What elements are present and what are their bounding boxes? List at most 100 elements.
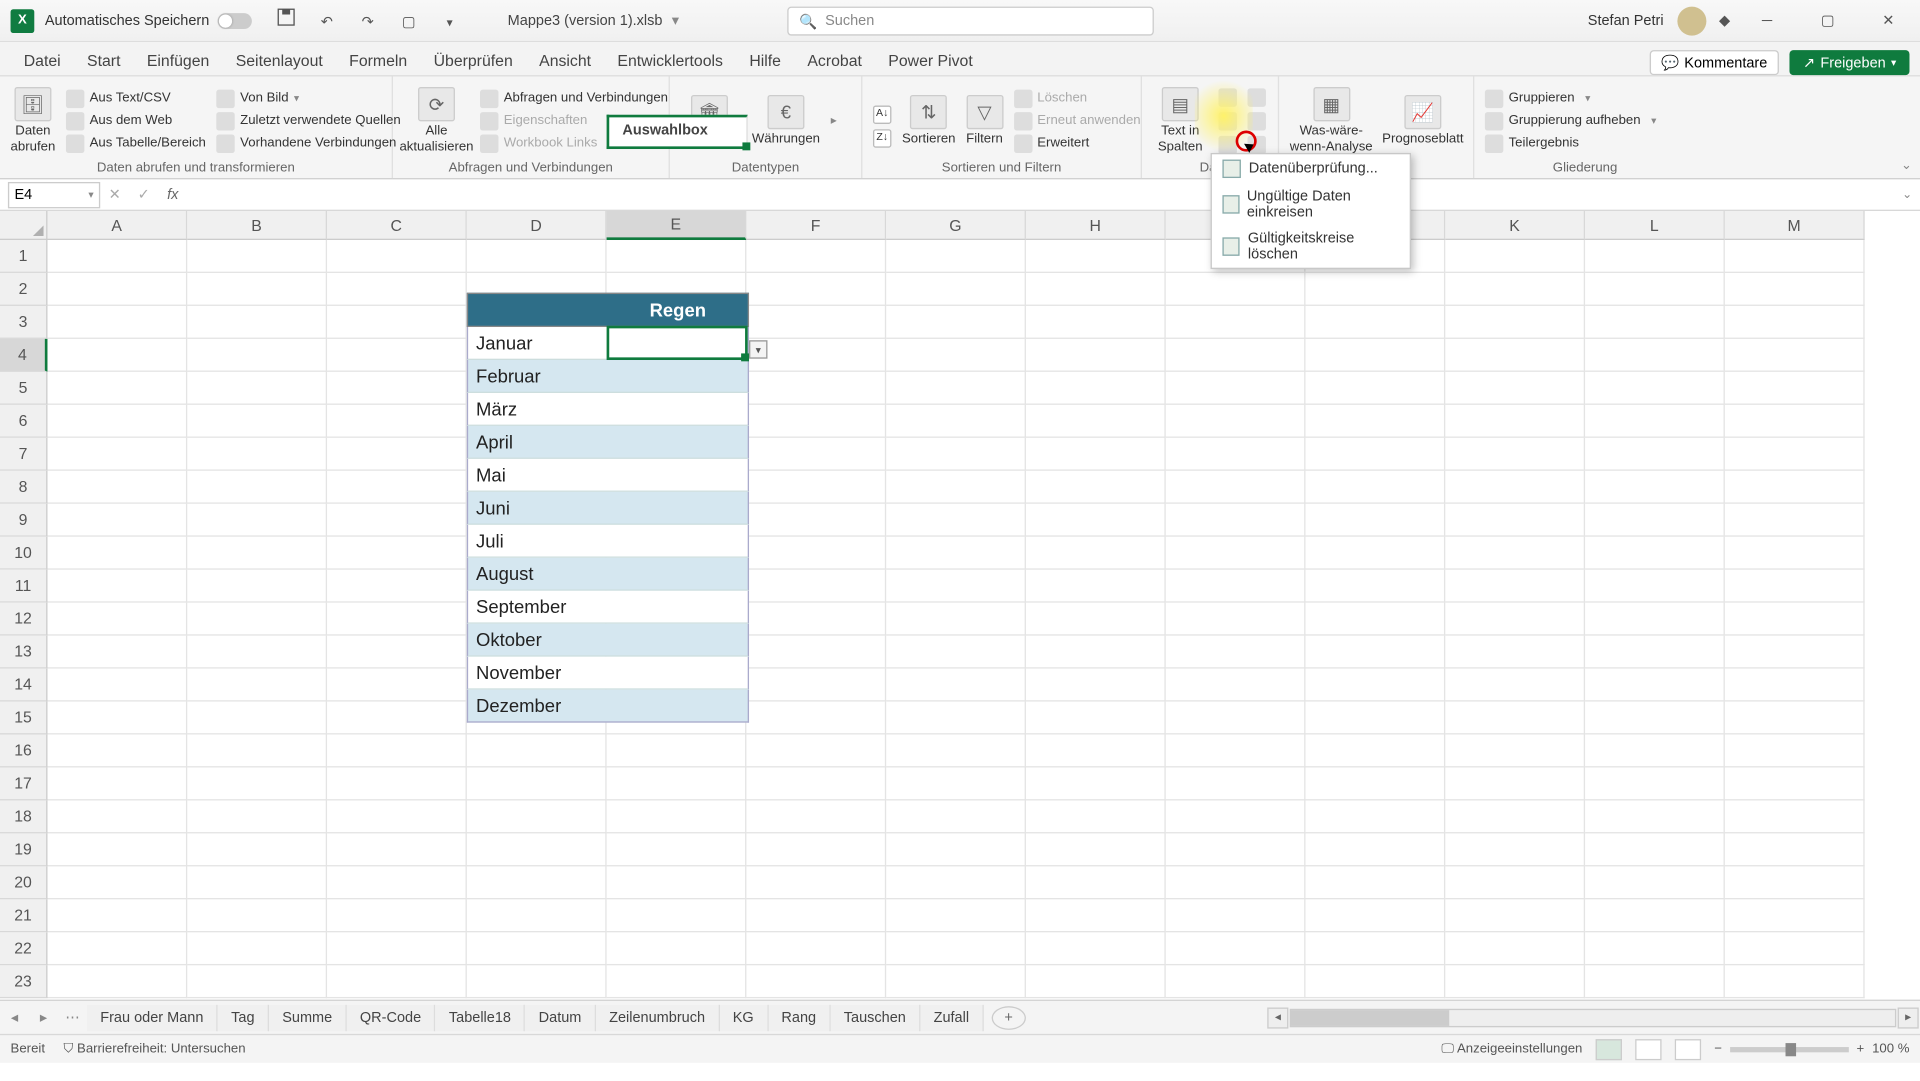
tab-entwicklertools[interactable]: Entwicklertools bbox=[604, 46, 736, 75]
existing-conn-button[interactable]: Vorhandene Verbindungen bbox=[214, 133, 404, 154]
col-header[interactable]: K bbox=[1445, 211, 1585, 240]
text-to-columns-button[interactable]: ▤Text in Spalten bbox=[1150, 80, 1211, 160]
cell[interactable] bbox=[1306, 866, 1446, 899]
value-cell[interactable] bbox=[608, 426, 748, 458]
cell[interactable] bbox=[1166, 735, 1306, 768]
cell[interactable] bbox=[467, 767, 607, 800]
cell[interactable] bbox=[187, 932, 327, 965]
cell[interactable] bbox=[1306, 273, 1446, 306]
cell[interactable] bbox=[1445, 702, 1585, 735]
cell[interactable] bbox=[886, 800, 1026, 833]
cell[interactable] bbox=[746, 767, 886, 800]
cell[interactable] bbox=[47, 965, 187, 998]
cell[interactable] bbox=[467, 800, 607, 833]
cell[interactable] bbox=[1026, 735, 1166, 768]
sort-desc-button[interactable]: Z↓ bbox=[870, 127, 894, 148]
cell[interactable] bbox=[886, 833, 1026, 866]
cell[interactable] bbox=[187, 339, 327, 372]
cell[interactable] bbox=[1026, 767, 1166, 800]
cell[interactable] bbox=[1166, 899, 1306, 932]
value-cell[interactable] bbox=[608, 492, 748, 524]
cell[interactable] bbox=[746, 636, 886, 669]
cell[interactable] bbox=[1445, 438, 1585, 471]
group-button[interactable]: Gruppieren▾ bbox=[1482, 88, 1659, 109]
cell[interactable] bbox=[1166, 504, 1306, 537]
cell[interactable] bbox=[1026, 702, 1166, 735]
value-cell[interactable] bbox=[608, 393, 748, 425]
ungroup-button[interactable]: Gruppierung aufheben▾ bbox=[1482, 110, 1659, 131]
validation-dropdown-icon[interactable]: ▾ bbox=[749, 340, 767, 358]
cell[interactable] bbox=[1026, 504, 1166, 537]
cell[interactable] bbox=[1026, 372, 1166, 405]
cell[interactable] bbox=[1725, 570, 1865, 603]
cell[interactable] bbox=[1585, 767, 1725, 800]
cell[interactable] bbox=[1445, 767, 1585, 800]
cell[interactable] bbox=[1166, 603, 1306, 636]
cell[interactable] bbox=[1166, 471, 1306, 504]
cell[interactable] bbox=[1725, 932, 1865, 965]
cell[interactable] bbox=[1306, 603, 1446, 636]
cell[interactable] bbox=[886, 537, 1026, 570]
cell[interactable] bbox=[1445, 866, 1585, 899]
camera-icon[interactable]: ▢ bbox=[393, 6, 425, 38]
menu-data-validation[interactable]: Datenüberprüfung... bbox=[1212, 154, 1410, 183]
table-row[interactable]: Juli bbox=[467, 525, 749, 558]
cell[interactable] bbox=[327, 833, 467, 866]
tab-datei[interactable]: Datei bbox=[11, 46, 74, 75]
cell[interactable] bbox=[1166, 866, 1306, 899]
from-table-button[interactable]: Aus Tabelle/Bereich bbox=[63, 133, 208, 154]
cell[interactable] bbox=[1026, 965, 1166, 998]
col-header[interactable]: A bbox=[47, 211, 187, 240]
cell[interactable] bbox=[1306, 965, 1446, 998]
advanced-button[interactable]: Erweitert bbox=[1011, 133, 1143, 154]
close-button[interactable]: ✕ bbox=[1865, 5, 1912, 37]
cell[interactable] bbox=[607, 240, 747, 273]
cell[interactable] bbox=[327, 405, 467, 438]
autosave-toggle[interactable] bbox=[217, 13, 251, 29]
cell[interactable] bbox=[1445, 306, 1585, 339]
zoom-value[interactable]: 100 % bbox=[1872, 1042, 1909, 1057]
cell[interactable] bbox=[1725, 866, 1865, 899]
tab-ansicht[interactable]: Ansicht bbox=[526, 46, 604, 75]
cell[interactable] bbox=[1306, 800, 1446, 833]
cell[interactable] bbox=[327, 570, 467, 603]
cell[interactable] bbox=[1445, 899, 1585, 932]
cell[interactable] bbox=[327, 372, 467, 405]
refresh-all-button[interactable]: ⟳Alle aktualisieren bbox=[401, 80, 472, 160]
collapse-ribbon-icon[interactable]: ⌄ bbox=[1901, 158, 1912, 173]
share-button[interactable]: ↗ Freigeben ▾ bbox=[1790, 50, 1910, 75]
fx-icon[interactable]: fx bbox=[158, 187, 187, 203]
cell[interactable] bbox=[607, 800, 747, 833]
cell[interactable] bbox=[1585, 405, 1725, 438]
cell[interactable] bbox=[1585, 833, 1725, 866]
sheet-nav-more[interactable]: ⋯ bbox=[58, 1009, 87, 1026]
cell[interactable] bbox=[1585, 866, 1725, 899]
cell[interactable] bbox=[1166, 537, 1306, 570]
row-header[interactable]: 15 bbox=[0, 702, 47, 735]
sheet-tab[interactable]: Datum bbox=[525, 1004, 595, 1030]
cell[interactable] bbox=[1166, 306, 1306, 339]
datamodel-button[interactable] bbox=[1245, 134, 1269, 155]
cell[interactable] bbox=[1585, 899, 1725, 932]
cell[interactable] bbox=[1725, 669, 1865, 702]
cell[interactable] bbox=[1445, 636, 1585, 669]
status-accessibility[interactable]: ⛉ Barrierefreiheit: Untersuchen bbox=[63, 1042, 245, 1057]
sheet-tab[interactable]: Rang bbox=[768, 1004, 830, 1030]
cell[interactable] bbox=[1585, 570, 1725, 603]
cell[interactable] bbox=[886, 669, 1026, 702]
col-header[interactable]: M bbox=[1725, 211, 1865, 240]
cell[interactable] bbox=[886, 899, 1026, 932]
row-header[interactable]: 1 bbox=[0, 240, 47, 273]
sheet-tab[interactable]: Frau oder Mann bbox=[87, 1004, 218, 1030]
qat-more-icon[interactable]: ▾ bbox=[434, 8, 466, 40]
cell[interactable] bbox=[607, 767, 747, 800]
cell[interactable] bbox=[746, 537, 886, 570]
cell[interactable] bbox=[1445, 800, 1585, 833]
row-header[interactable]: 16 bbox=[0, 735, 47, 768]
from-web-button[interactable]: Aus dem Web bbox=[63, 110, 208, 131]
chevron-down-icon[interactable]: ▾ bbox=[88, 189, 93, 201]
cell[interactable] bbox=[607, 965, 747, 998]
remove-dup-button[interactable] bbox=[1216, 110, 1240, 131]
cell[interactable] bbox=[1585, 504, 1725, 537]
cell[interactable] bbox=[886, 306, 1026, 339]
